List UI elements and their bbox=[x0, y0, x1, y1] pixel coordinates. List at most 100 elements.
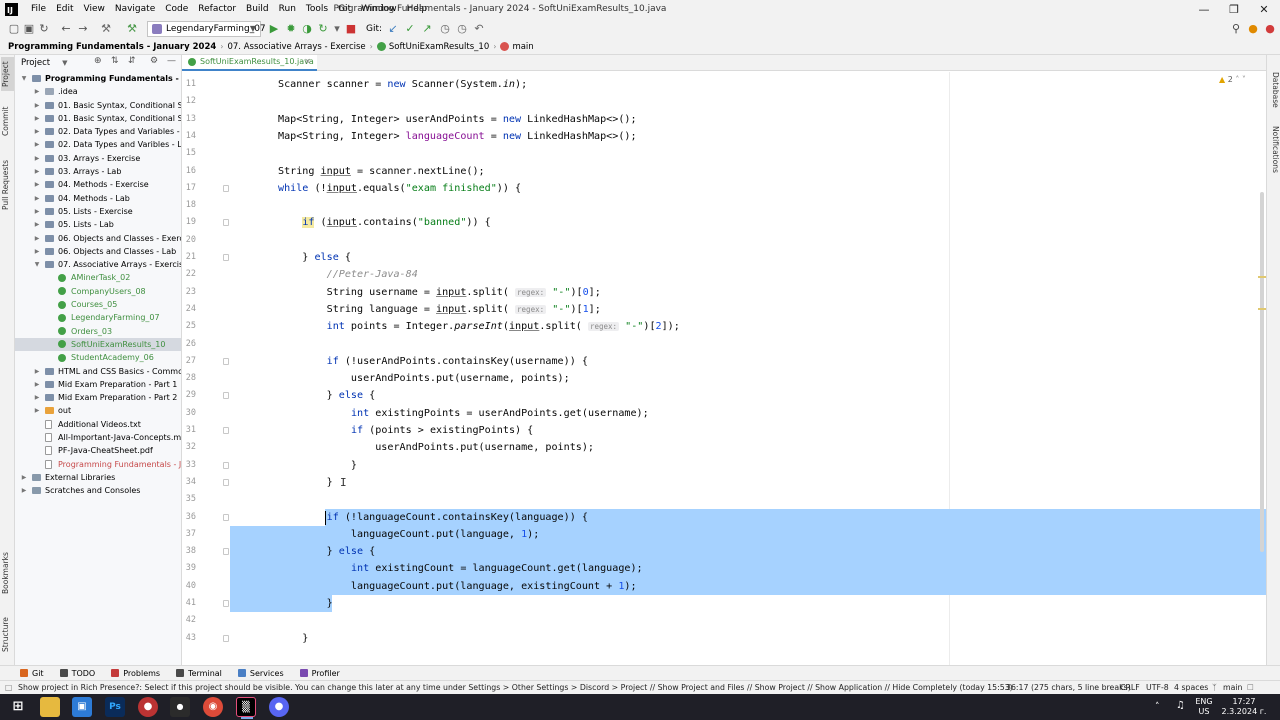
code-line[interactable]: 26 bbox=[182, 336, 1266, 353]
save-all-icon[interactable]: ▣ bbox=[21, 21, 37, 37]
file-explorer-icon[interactable] bbox=[40, 697, 60, 717]
code-line[interactable]: 40 languageCount.put(language, existingC… bbox=[182, 577, 1266, 595]
chevron-right-icon[interactable]: ▶ bbox=[33, 112, 41, 125]
git-update-icon[interactable]: ↙ bbox=[385, 21, 401, 37]
fold-marker-icon[interactable] bbox=[223, 513, 229, 521]
menu-refactor[interactable]: Refactor bbox=[193, 0, 241, 19]
editor-scrollbar[interactable] bbox=[1258, 72, 1266, 665]
menu-window[interactable]: Window bbox=[356, 0, 402, 19]
tree-item[interactable]: ▶ 05. Lists - Exercise bbox=[15, 205, 181, 218]
run-icon[interactable]: ▶ bbox=[266, 21, 282, 37]
menu-build[interactable]: Build bbox=[241, 0, 274, 19]
tree-item[interactable]: ▶ Mid Exam Preparation - Part 2 bbox=[15, 391, 181, 404]
git-rollback-icon[interactable]: ↶ bbox=[471, 21, 487, 37]
davinci-icon[interactable]: ● bbox=[170, 697, 190, 717]
gear-icon[interactable]: ⚙ bbox=[150, 56, 158, 66]
tree-item[interactable]: ▶ 03. Arrays - Exercise bbox=[15, 152, 181, 165]
code-text[interactable]: String language = input.split( regex: "-… bbox=[278, 301, 601, 318]
chevron-right-icon[interactable]: ▶ bbox=[33, 178, 41, 191]
breadcrumb-project[interactable]: Programming Fundamentals - January 2024 bbox=[8, 42, 216, 52]
tree-item[interactable]: StudentAcademy_06 bbox=[15, 351, 181, 364]
code-line[interactable]: 32 userAndPoints.put(username, points); bbox=[182, 439, 1266, 456]
recorder-icon[interactable]: ● bbox=[138, 697, 158, 717]
code-line[interactable]: 17 while (!input.equals("exam finished"))… bbox=[182, 180, 1266, 197]
hide-panel-icon[interactable]: — bbox=[167, 56, 176, 66]
chevron-right-icon[interactable]: ▶ bbox=[33, 125, 41, 138]
code-editor[interactable]: 11 Scanner scanner = new Scanner(System.i… bbox=[182, 72, 1266, 665]
tool-tab-todo[interactable]: TODO bbox=[59, 669, 95, 678]
tree-item[interactable]: ▶ External Libraries bbox=[15, 471, 181, 484]
code-line[interactable]: 37 languageCount.put(language, 1); bbox=[182, 525, 1266, 544]
git-branch[interactable]: main bbox=[1223, 681, 1242, 694]
tray-chevron-icon[interactable]: ˄ bbox=[1155, 702, 1160, 712]
code-line[interactable]: 22 //Peter-Java-84 bbox=[182, 266, 1266, 283]
code-text[interactable]: int points = Integer.parseInt(input.spli… bbox=[278, 318, 680, 335]
chevron-right-icon[interactable]: ▶ bbox=[33, 205, 41, 218]
locate-file-icon[interactable]: ⊕ bbox=[94, 56, 102, 66]
fold-marker-icon[interactable] bbox=[223, 478, 229, 486]
tree-item[interactable]: ▼ Programming Fundamentals - January 2024 bbox=[15, 72, 181, 85]
code-text[interactable]: userAndPoints.put(username, points); bbox=[278, 439, 594, 456]
app-icon[interactable]: ▣ bbox=[72, 697, 92, 717]
inspection-warnings[interactable]: ▲ 2 ˄ ˅ bbox=[1219, 75, 1246, 84]
breadcrumb-method[interactable]: main bbox=[512, 42, 533, 52]
tree-item[interactable]: AMinerTask_02 bbox=[15, 271, 181, 284]
tree-item[interactable]: ▶ 06. Objects and Classes - Lab bbox=[15, 245, 181, 258]
chevron-down-icon[interactable]: ▼ bbox=[62, 59, 67, 67]
chevron-right-icon[interactable]: ▶ bbox=[33, 85, 41, 98]
intellij-logo-icon[interactable]: IJ bbox=[5, 3, 18, 16]
code-text[interactable]: String input = scanner.nextLine(); bbox=[278, 163, 485, 180]
tool-tab-problems[interactable]: Problems bbox=[111, 669, 160, 678]
tool-tab-services[interactable]: Services bbox=[237, 669, 284, 678]
code-line[interactable]: 23 String username = input.split( regex:… bbox=[182, 284, 1266, 301]
structure-tool-tab[interactable]: Structure bbox=[1, 613, 14, 657]
fold-marker-icon[interactable] bbox=[223, 357, 229, 365]
menu-edit[interactable]: Edit bbox=[51, 0, 78, 19]
chevron-right-icon[interactable]: ▶ bbox=[33, 99, 41, 112]
tree-item[interactable]: ▼ 07. Associative Arrays - Exercise bbox=[15, 258, 181, 271]
code-line[interactable]: 31 if (points > existingPoints) { bbox=[182, 422, 1266, 439]
debug-icon[interactable]: ✹ bbox=[283, 21, 299, 37]
intellij-taskbar-icon[interactable]: ▒ bbox=[236, 697, 256, 719]
tree-item[interactable]: Orders_03 bbox=[15, 325, 181, 338]
speaker-icon[interactable]: ♫ bbox=[1176, 701, 1185, 711]
chevron-down-icon[interactable]: ▼ bbox=[20, 72, 28, 85]
code-line[interactable]: 20 bbox=[182, 232, 1266, 249]
code-line[interactable]: 39 int existingCount = languageCount.get… bbox=[182, 560, 1266, 578]
tree-item[interactable]: SoftUniExamResults_10 bbox=[15, 337, 181, 352]
code-text[interactable]: //Peter-Java-84 bbox=[278, 266, 418, 283]
code-line[interactable]: 41 } bbox=[182, 595, 1266, 613]
tool-tab-terminal[interactable]: Terminal bbox=[176, 669, 222, 678]
tree-item[interactable]: ▶ HTML and CSS Basics - Common Lectures bbox=[15, 365, 181, 378]
discord-icon[interactable]: ● bbox=[269, 697, 289, 717]
code-line[interactable]: 28 userAndPoints.put(username, points); bbox=[182, 370, 1266, 387]
tree-item[interactable]: ▶ 02. Data Types and Variables - Exercise bbox=[15, 125, 181, 138]
chrome-icon[interactable]: ◉ bbox=[203, 697, 223, 717]
code-line[interactable]: 21 } else { bbox=[182, 249, 1266, 266]
commit-tool-tab[interactable]: Commit bbox=[1, 103, 14, 139]
chevron-down-icon[interactable]: ▼ bbox=[33, 258, 41, 271]
scrollbar-thumb[interactable] bbox=[1260, 192, 1264, 552]
code-line[interactable]: 19 if (input.contains("banned")) { bbox=[182, 214, 1266, 231]
menu-run[interactable]: Run bbox=[274, 0, 301, 19]
bookmarks-tool-tab[interactable]: Bookmarks bbox=[1, 549, 14, 597]
tool-tab-git[interactable]: Git bbox=[20, 669, 44, 678]
tree-item[interactable]: CompanyUsers_08 bbox=[15, 285, 181, 298]
tree-item[interactable]: Programming Fundamentals - January 2024.… bbox=[15, 458, 181, 471]
run-configuration-selector[interactable]: LegendaryFarming_07 ▼ bbox=[147, 21, 266, 37]
project-tool-tab[interactable]: Project bbox=[1, 57, 14, 91]
file-encoding[interactable]: UTF-8 bbox=[1146, 681, 1169, 694]
code-text[interactable]: String username = input.split( regex: "-… bbox=[278, 284, 601, 301]
menu-code[interactable]: Code bbox=[160, 0, 193, 19]
code-text[interactable]: if (points > existingPoints) { bbox=[278, 422, 533, 439]
code-line[interactable]: 30 int existingPoints = userAndPoints.ge… bbox=[182, 405, 1266, 422]
code-line[interactable]: 43 } bbox=[182, 630, 1266, 647]
maximize-button[interactable]: ❐ bbox=[1218, 0, 1250, 19]
code-text[interactable]: int existingCount = languageCount.get(la… bbox=[278, 560, 643, 577]
code-line[interactable]: 12 bbox=[182, 93, 1266, 110]
code-line[interactable]: 38 } else { bbox=[182, 543, 1266, 561]
code-text[interactable]: if (!userAndPoints.containsKey(username)… bbox=[278, 353, 588, 370]
chevron-right-icon[interactable]: ▶ bbox=[20, 471, 28, 484]
chevron-right-icon[interactable]: ▶ bbox=[33, 378, 41, 391]
menu-navigate[interactable]: Navigate bbox=[110, 0, 160, 19]
